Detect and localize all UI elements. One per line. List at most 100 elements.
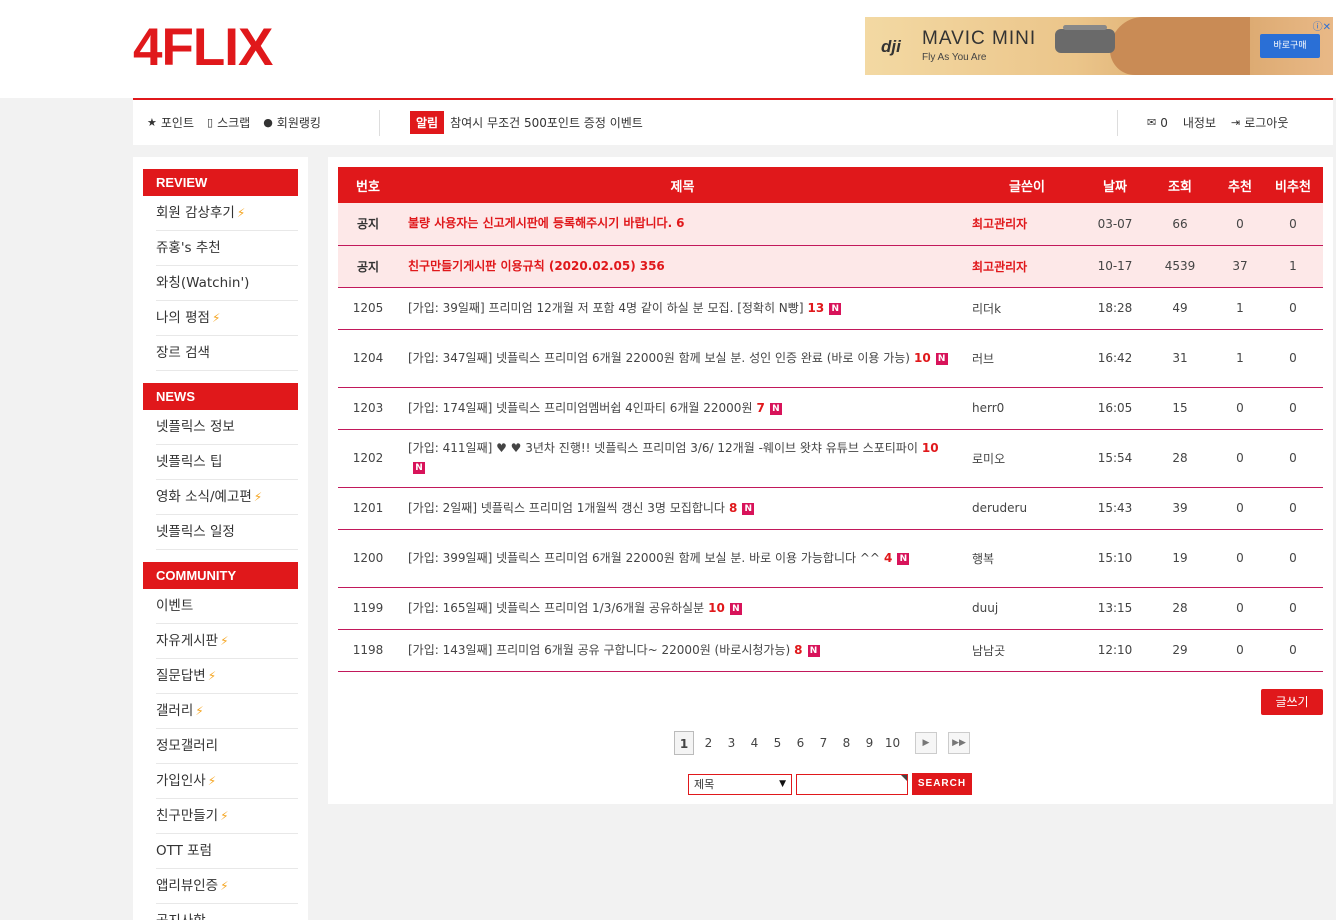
notice-row[interactable]: 공지 친구만들기게시판 이용규칙 (2020.02.05) 356 최고관리자 10-1… [338, 245, 1323, 288]
table-row[interactable]: 1202 [가입: 411일째] ♥ ♥ 3년차 진행!! 넷플릭스 프리미엄 3… [338, 429, 1323, 488]
post-date: 18:28 [1087, 287, 1143, 330]
post-downvotes: 0 [1263, 529, 1323, 588]
page-link[interactable]: 7 [812, 731, 835, 755]
sign-out-icon: ⇥ [1230, 116, 1241, 129]
sidebar-item[interactable]: 이벤트 [156, 589, 298, 624]
sidebar-section-title: REVIEW [143, 169, 298, 196]
page-link[interactable]: 9 [858, 731, 881, 755]
post-title-link[interactable]: [가입: 39일째] 프리미엄 12개월 저 포함 4명 같이 하실 분 모집.… [408, 301, 804, 315]
sidebar-item-label: 자유게시판 [156, 633, 219, 649]
sidebar-item[interactable]: 질문답변 ⚡ [156, 659, 298, 694]
sidebar-item[interactable]: 정모갤러리 [156, 729, 298, 764]
nav-link-0[interactable]: ★ 포인트 [147, 114, 194, 131]
post-author[interactable]: 최고관리자 [967, 203, 1087, 246]
sidebar-item[interactable]: 와칭(Watchin') [156, 266, 298, 301]
post-upvotes: 0 [1217, 629, 1263, 672]
ad-info-icon[interactable]: ⓘ✕ [1313, 18, 1331, 33]
comment-count: 356 [639, 258, 665, 273]
post-views: 15 [1143, 387, 1217, 430]
page-link[interactable]: 10 [881, 731, 904, 755]
post-title-link[interactable]: [가입: 165일째] 넷플릭스 프리미엄 1/3/6개월 공유하실분 [408, 601, 704, 615]
post-author[interactable]: 리더k [967, 287, 1087, 330]
page-current[interactable]: 1 [674, 731, 694, 755]
column-header: 번호 [338, 167, 398, 203]
column-header: 조회 [1143, 167, 1217, 203]
write-button[interactable]: 글쓰기 [1261, 689, 1323, 715]
sidebar-item[interactable]: 공지사항 [156, 904, 298, 920]
site-logo[interactable]: 4FLIX [133, 18, 273, 78]
table-row[interactable]: 1205 [가입: 39일째] 프리미엄 12개월 저 포함 4명 같이 하실 분… [338, 287, 1323, 330]
sidebar-item[interactable]: 자유게시판 ⚡ [156, 624, 298, 659]
last-page-icon[interactable]: ▶▶ [948, 732, 970, 754]
table-row[interactable]: 1200 [가입: 399일째] 넷플릭스 프리미엄 6개월 22000원 함께 … [338, 529, 1323, 588]
post-downvotes: 0 [1263, 429, 1323, 488]
search-input[interactable] [796, 773, 908, 795]
page-link[interactable]: 8 [835, 731, 858, 755]
sidebar-section-title: COMMUNITY [143, 562, 298, 589]
sidebar-item[interactable]: 친구만들기 ⚡ [156, 799, 298, 834]
mail-link[interactable]: ✉ 0 [1147, 116, 1168, 130]
sidebar-item[interactable]: 앱리뷰인증 ⚡ [156, 869, 298, 904]
post-author[interactable]: deruderu [967, 487, 1087, 530]
sidebar: REVIEW 회원 감상후기 ⚡ 쥬홍's 추천 와칭(Watchin') 나의 평점 ⚡ 장… [133, 157, 308, 920]
page-link[interactable]: 2 [697, 731, 720, 755]
page-link[interactable]: 5 [766, 731, 789, 755]
sidebar-item[interactable]: OTT 포럼 [156, 834, 298, 869]
post-views: 39 [1143, 487, 1217, 530]
post-title-link[interactable]: 친구만들기게시판 이용규칙 (2020.02.05) [408, 259, 636, 273]
new-badge-icon: N [807, 644, 820, 657]
sidebar-item[interactable]: 나의 평점 ⚡ [156, 301, 298, 336]
post-number: 1198 [338, 629, 398, 672]
nav-link-2[interactable]: ● 회원랭킹 [263, 114, 321, 131]
sidebar-item[interactable]: 넷플릭스 팁 [156, 445, 298, 480]
search-button[interactable]: SEARCH [912, 773, 972, 795]
notice-ticker[interactable]: 알림 참여시 무조건 500포인트 증정 이벤트 [410, 111, 643, 134]
post-title-link[interactable]: [가입: 347일째] 넷플릭스 프리미엄 6개월 22000원 함께 보실 분… [408, 351, 910, 365]
ad-buy-button[interactable]: 바로구매 [1260, 34, 1320, 58]
table-row[interactable]: 1201 [가입: 2일째] 넷플릭스 프리미엄 1개월씩 갱신 3명 모집합니다… [338, 487, 1323, 530]
myinfo-link[interactable]: 내정보 [1183, 114, 1216, 131]
post-title-link[interactable]: 불량 사용자는 신고게시판에 등록해주시기 바랍니다. [408, 216, 672, 230]
notice-row[interactable]: 공지 불량 사용자는 신고게시판에 등록해주시기 바랍니다. 6 최고관리자 03-07… [338, 203, 1323, 246]
table-row[interactable]: 1199 [가입: 165일째] 넷플릭스 프리미엄 1/3/6개월 공유하실분 1… [338, 587, 1323, 630]
post-title-link[interactable]: [가입: 143일째] 프리미엄 6개월 공유 구합니다~ 22000원 (바로… [408, 643, 790, 657]
post-author[interactable]: duuj [967, 587, 1087, 630]
post-author[interactable]: 남남곳 [967, 629, 1087, 672]
sidebar-item[interactable]: 회원 감상후기 ⚡ [156, 196, 298, 231]
sidebar-item[interactable]: 넷플릭스 일정 [156, 515, 298, 550]
ad-title: MAVIC MINI [922, 28, 1037, 49]
top-nav: ★ 포인트 ▯ 스크랩 ● 회원랭킹 알림 참여시 무조건 500포인트 증정 이벤트 ✉… [133, 98, 1333, 145]
post-title-link[interactable]: [가입: 399일째] 넷플릭스 프리미엄 6개월 22000원 함께 보실 분… [408, 551, 880, 565]
post-title-link[interactable]: [가입: 2일째] 넷플릭스 프리미엄 1개월씩 갱신 3명 모집합니다 [408, 501, 725, 515]
page-link[interactable]: 6 [789, 731, 812, 755]
notice-text[interactable]: 참여시 무조건 500포인트 증정 이벤트 [450, 114, 643, 131]
page-link[interactable]: 4 [743, 731, 766, 755]
sidebar-item[interactable]: 가입인사 ⚡ [156, 764, 298, 799]
column-header: 글쓴이 [967, 167, 1087, 203]
post-title-link[interactable]: [가입: 411일째] ♥ ♥ 3년차 진행!! 넷플릭스 프리미엄 3/6/ … [408, 441, 918, 455]
post-author[interactable]: 최고관리자 [967, 245, 1087, 288]
sidebar-item[interactable]: 갤러리 ⚡ [156, 694, 298, 729]
post-author[interactable]: 로미오 [967, 429, 1087, 488]
logout-link[interactable]: ⇥ 로그아웃 [1231, 114, 1288, 131]
post-number: 1204 [338, 329, 398, 388]
post-title-cell: [가입: 2일째] 넷플릭스 프리미엄 1개월씩 갱신 3명 모집합니다 8 N [398, 487, 967, 530]
table-row[interactable]: 1204 [가입: 347일째] 넷플릭스 프리미엄 6개월 22000원 함께 … [338, 329, 1323, 388]
post-author[interactable]: 러브 [967, 329, 1087, 388]
search-field-select[interactable]: 제목 ▼ [688, 773, 792, 795]
sidebar-item[interactable]: 넷플릭스 정보 [156, 410, 298, 445]
table-row[interactable]: 1203 [가입: 174일째] 넷플릭스 프리미엄멤버쉽 4인파티 6개월 22… [338, 387, 1323, 430]
new-badge-icon: N [897, 552, 910, 565]
next-page-icon[interactable]: ▶ [915, 732, 937, 754]
post-author[interactable]: 행복 [967, 529, 1087, 588]
page-link[interactable]: 3 [720, 731, 743, 755]
nav-link-1[interactable]: ▯ 스크랩 [207, 114, 250, 131]
sidebar-item[interactable]: 장르 검색 [156, 336, 298, 371]
notice-badge: 알림 [410, 111, 445, 134]
post-title-link[interactable]: [가입: 174일째] 넷플릭스 프리미엄멤버쉽 4인파티 6개월 22000원 [408, 401, 752, 415]
table-row[interactable]: 1198 [가입: 143일째] 프리미엄 6개월 공유 구합니다~ 22000원… [338, 629, 1323, 672]
sidebar-item[interactable]: 쥬홍's 추천 [156, 231, 298, 266]
sidebar-item[interactable]: 영화 소식/예고편 ⚡ [156, 480, 298, 515]
ad-banner[interactable]: dji MAVIC MINI Fly As You Are 바로구매 ⓘ✕ [865, 17, 1333, 75]
post-author[interactable]: herr0 [967, 387, 1087, 430]
